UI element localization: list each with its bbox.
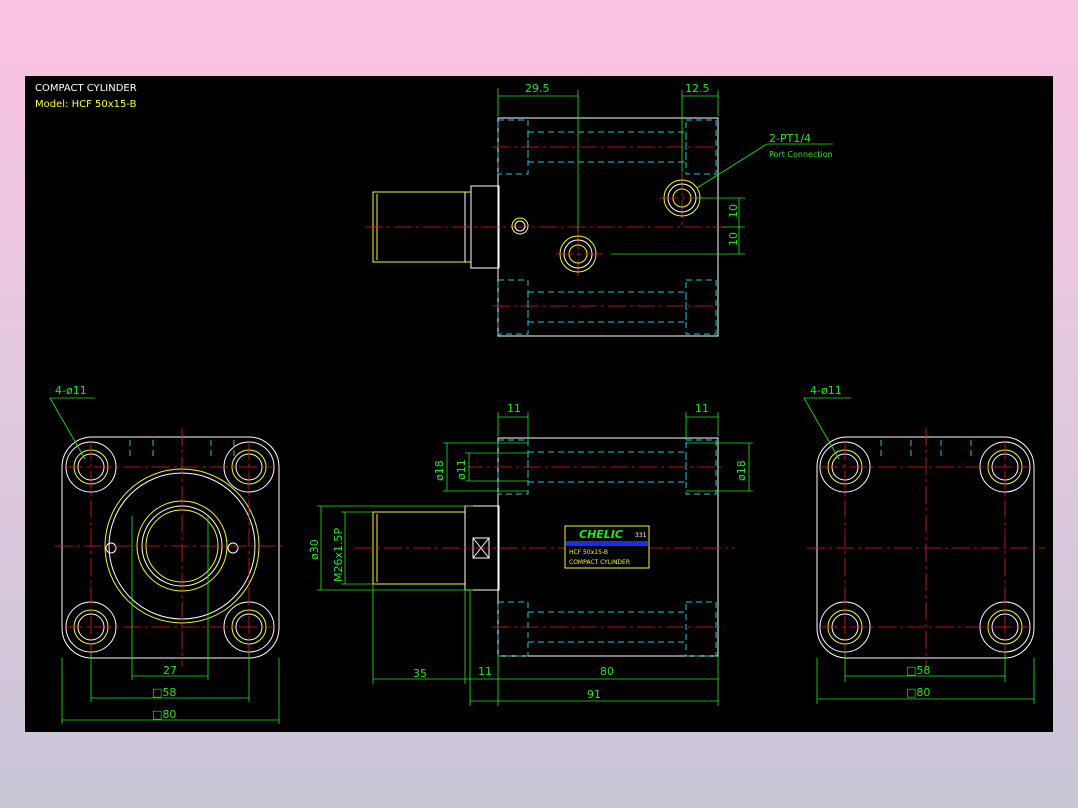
left-dim-bolt-square: □58 xyxy=(152,686,176,699)
front-dim-top-left: 11 xyxy=(507,402,521,415)
dim-top-right: 12.5 xyxy=(685,82,710,95)
front-dim-rod-dia: ø30 xyxy=(308,539,321,560)
front-dim-rod-len: 35 xyxy=(413,667,427,680)
top-view: 29.5 12.5 2-PT1/4 Port Connection 10 10 xyxy=(365,82,833,337)
right-bolt-holes xyxy=(819,441,1031,653)
port-label: 2-PT1/4 xyxy=(769,132,811,145)
left-dim-bore: 27 xyxy=(163,664,177,677)
nameplate-model: HCF 50x15-B xyxy=(569,549,608,556)
right-view: 4-ø11 □58 □80 xyxy=(803,384,1045,704)
nameplate: CHELIC 331 HCF 50x15-B COMPACT CYLINDER xyxy=(564,525,650,569)
left-view: 4-ø11 27 □58 □80 xyxy=(49,384,287,724)
drawing-model: Model: HCF 50x15-B xyxy=(35,99,137,110)
nameplate-code: 331 xyxy=(635,532,647,539)
nameplate-type: COMPACT CYLINDER xyxy=(569,559,630,566)
front-dim-body-len: 80 xyxy=(600,665,614,678)
left-dim-body-square: □80 xyxy=(152,708,176,721)
front-dim-top-right: 11 xyxy=(695,402,709,415)
cad-drawing-canvas: COMPACT CYLINDER Model: HCF 50x15-B 29.5… xyxy=(25,76,1053,732)
right-dim-bolt-square: □58 xyxy=(906,664,930,677)
nameplate-brand: CHELIC xyxy=(579,528,623,541)
dim-port-b: 10 xyxy=(727,232,740,246)
cad-drawing: COMPACT CYLINDER Model: HCF 50x15-B 29.5… xyxy=(35,82,1045,724)
front-dim-total-len: 91 xyxy=(587,688,601,701)
vent-hole xyxy=(511,217,529,235)
drawing-title: COMPACT CYLINDER xyxy=(35,83,137,94)
front-dim-dia18-left: ø18 xyxy=(433,460,446,481)
port-note: Port Connection xyxy=(769,150,833,159)
right-view-body xyxy=(816,436,1035,659)
front-dim-dia18-right: ø18 xyxy=(735,460,748,481)
right-holes-label: 4-ø11 xyxy=(810,384,842,397)
front-dim-dia11: ø11 xyxy=(455,459,468,480)
right-dim-body-square: □80 xyxy=(906,686,930,699)
front-dim-thread: M26x1.5P xyxy=(332,528,345,582)
dim-top-left: 29.5 xyxy=(525,82,550,95)
dim-port-a: 10 xyxy=(727,204,740,218)
front-dim-flange: 11 xyxy=(478,665,492,678)
front-view: CHELIC 331 HCF 50x15-B COMPACT CYLINDER … xyxy=(308,402,753,706)
left-holes-label: 4-ø11 xyxy=(55,384,87,397)
